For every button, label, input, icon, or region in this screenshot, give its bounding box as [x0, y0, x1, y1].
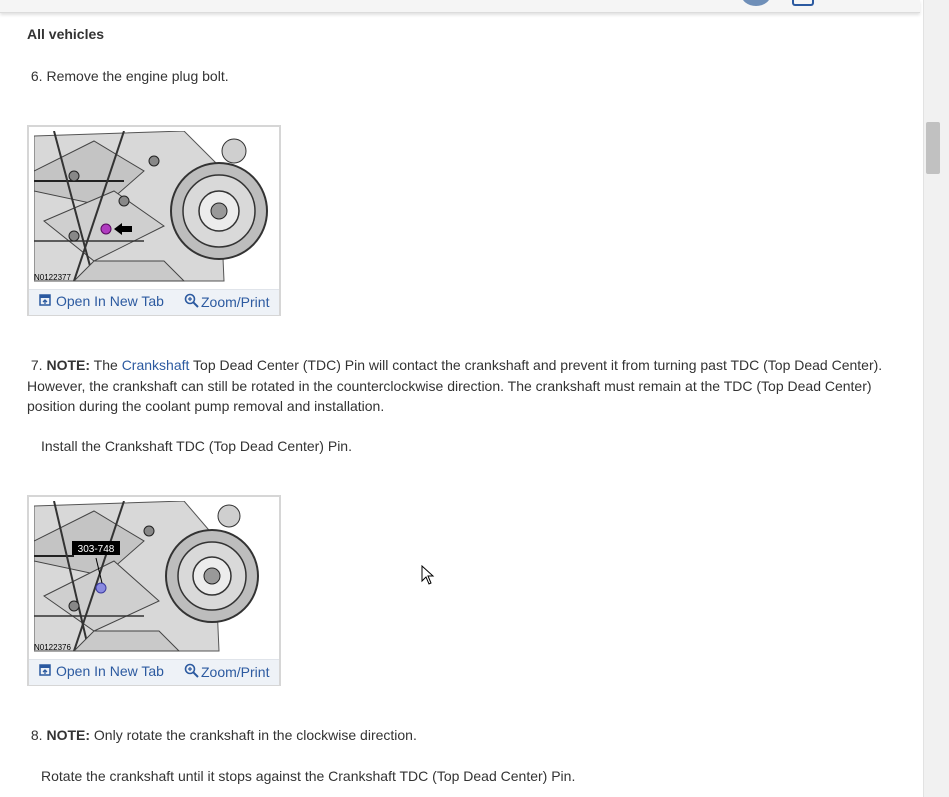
open-in-new-tab-button[interactable]: Open In New Tab [39, 293, 164, 309]
step-7-instruction: Install the Crankshaft TDC (Top Dead Cen… [41, 437, 352, 454]
step-7-note: 7. NOTE: The Crankshaft Top Dead Center … [27, 355, 907, 376]
engine-illustration[interactable]: 303-748 [34, 501, 272, 656]
zoom-print-button[interactable]: Zoom/Print [184, 293, 269, 311]
figure-actions: Open In New Tab Zoom/Print [29, 289, 279, 315]
crankshaft-link[interactable]: Crankshaft [122, 357, 190, 373]
bolt-marker [100, 223, 112, 235]
engine-illustration[interactable] [34, 131, 272, 286]
image-id: N0122377 [34, 273, 71, 282]
note-text-line3: position during the coolant pump removal… [27, 398, 385, 414]
figure-tdc-pin: 303-748 N0122376 Open In New Tab Zoom/Pr… [27, 495, 281, 686]
note-label: NOTE: [46, 727, 91, 743]
user-avatar[interactable] [741, 0, 771, 6]
scrollbar-thumb[interactable] [926, 122, 940, 174]
image-id: N0122376 [34, 643, 71, 652]
open-in-new-tab-button[interactable]: Open In New Tab [39, 663, 164, 679]
magnifier-icon [184, 293, 199, 311]
step-text: Remove the engine plug bolt. [46, 68, 229, 84]
note-text-line2: However, the crankshaft can still be rot… [27, 377, 872, 394]
magnifier-icon [184, 663, 199, 681]
step-8-instruction: Rotate the crankshaft until it stops aga… [41, 767, 576, 784]
notification-icon[interactable] [792, 0, 814, 6]
section-heading: All vehicles [27, 26, 105, 42]
step-number: 6. [30, 68, 43, 84]
step-number: 7. [30, 357, 43, 373]
open-in-new-tab-label: Open In New Tab [56, 293, 164, 309]
note-text: Top Dead Center (TDC) Pin will contact t… [193, 357, 883, 373]
open-in-new-tab-label: Open In New Tab [56, 663, 164, 679]
open-in-new-tab-icon [39, 293, 51, 309]
top-toolbar [0, 0, 920, 13]
zoom-print-button[interactable]: Zoom/Print [184, 663, 269, 681]
mouse-cursor-icon [421, 564, 435, 585]
step-6: 6. Remove the engine plug bolt. [27, 66, 907, 87]
tool-label: 303-748 [78, 544, 115, 555]
open-in-new-tab-icon [39, 663, 51, 679]
scrollbar-track[interactable] [923, 0, 949, 797]
step-number: 8. [30, 727, 43, 743]
note-text: Only rotate the crankshaft in the clockw… [93, 727, 417, 743]
step-7: 7. NOTE: The Crankshaft Top Dead Center … [27, 355, 907, 456]
note-text-pre: The [93, 357, 118, 373]
figure-engine-plug-bolt: N0122377 Open In New Tab Zoom/Print [27, 125, 281, 316]
step-8-note: 8. NOTE: Only rotate the crankshaft in t… [27, 725, 907, 746]
zoom-print-label: Zoom/Print [201, 294, 270, 310]
step-8: 8. NOTE: Only rotate the crankshaft in t… [27, 725, 907, 786]
figure-actions: Open In New Tab Zoom/Print [29, 659, 279, 685]
tdc-pin-marker [95, 582, 107, 594]
zoom-print-label: Zoom/Print [201, 664, 270, 680]
note-label: NOTE: [46, 357, 91, 373]
